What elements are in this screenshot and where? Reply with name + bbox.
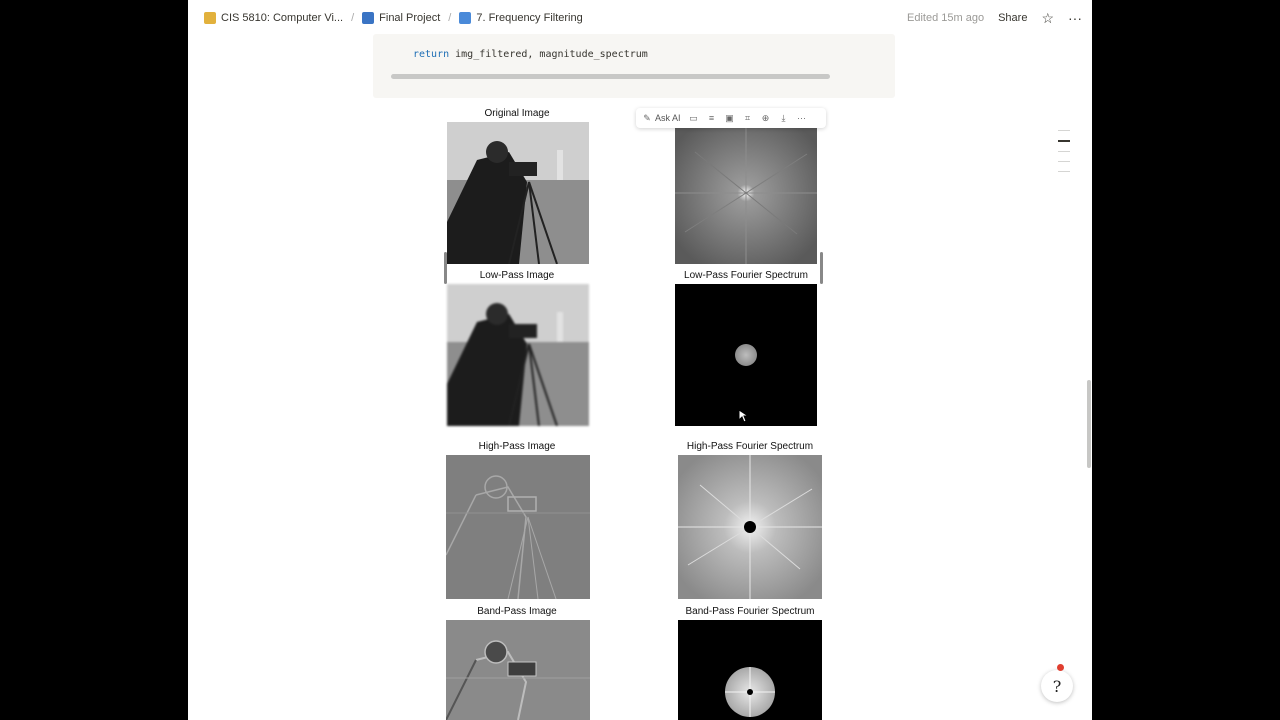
toc-line[interactable] [1058, 151, 1070, 152]
low-pass-image [447, 284, 589, 426]
table-of-contents-minimap[interactable] [1058, 130, 1070, 181]
high-pass-image [446, 455, 590, 599]
comment-icon[interactable]: ▭ [689, 113, 699, 123]
high-pass-spectrum-image [678, 455, 822, 599]
ask-ai-label: Ask AI [655, 113, 681, 123]
toc-line-active[interactable] [1058, 140, 1070, 142]
help-icon: ? [1052, 676, 1062, 696]
mouse-cursor-icon [738, 409, 748, 423]
help-button[interactable]: ? [1041, 670, 1073, 702]
original-image-title: Original Image [484, 108, 550, 119]
band-pass-spectrum-image [678, 620, 822, 720]
high-pass-image-title: High-Pass Image [478, 441, 556, 452]
fourier-spectrum-image [675, 122, 817, 264]
toc-line[interactable] [1058, 130, 1070, 131]
zoom-icon[interactable]: ⊕ [761, 113, 771, 123]
high-pass-spectrum-title: High-Pass Fourier Spectrum [686, 441, 814, 452]
crop-icon[interactable]: ⌗ [743, 113, 753, 123]
original-image [447, 122, 589, 264]
align-icon[interactable]: ≡ [707, 113, 717, 123]
band-pass-image-title: Band-Pass Image [477, 606, 557, 617]
low-pass-image-title: Low-Pass Image [479, 270, 555, 281]
band-pass-image [446, 620, 590, 720]
more-icon[interactable]: ··· [797, 113, 807, 123]
low-pass-spectrum-title: Low-Pass Fourier Spectrum [684, 270, 808, 281]
ai-icon: ✎ [643, 112, 651, 123]
image-toolbar: ✎ Ask AI ▭ ≡ ▣ ⌗ ⊕ ⤓ ··· [636, 108, 826, 128]
low-pass-spectrum-image [675, 284, 817, 426]
ask-ai-button[interactable]: ✎ Ask AI [642, 112, 681, 124]
caption-icon[interactable]: ▣ [725, 113, 735, 123]
notification-dot [1057, 664, 1064, 671]
band-pass-spectrum-title: Band-Pass Fourier Spectrum [685, 606, 815, 617]
notion-window: CIS 5810: Computer Vi... / Final Project… [188, 0, 1092, 720]
toc-line[interactable] [1058, 171, 1070, 172]
download-icon[interactable]: ⤓ [779, 113, 789, 123]
vertical-scrollbar[interactable] [1087, 380, 1091, 468]
toc-line[interactable] [1058, 161, 1070, 162]
